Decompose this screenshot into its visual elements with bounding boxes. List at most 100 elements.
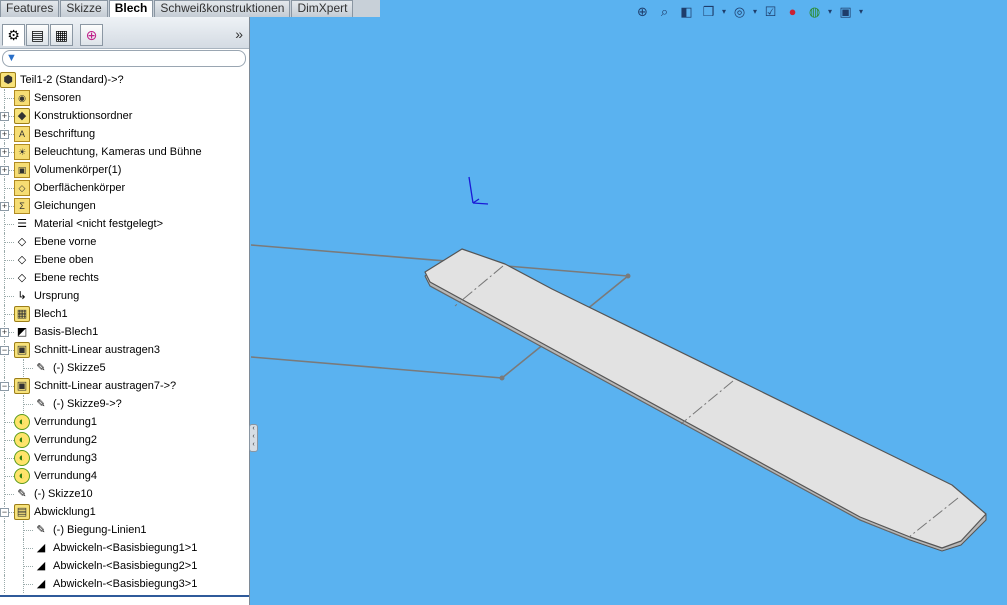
tree-item[interactable]: ◇ Ebene vorne <box>0 233 249 251</box>
unfold-icon: ◢ <box>36 542 46 554</box>
tree-item[interactable]: − ▣ Schnitt-Linear austragen3 <box>0 341 249 359</box>
tree-connector <box>4 395 5 413</box>
collapse-icon[interactable]: − <box>0 508 9 517</box>
tree-connector <box>4 98 14 99</box>
flat-pattern-icon: ▤ <box>14 504 30 520</box>
tree-item[interactable]: ◇ Oberflächenkörper <box>0 179 249 197</box>
tree-item[interactable]: ☰ Material <nicht festgelegt> <box>0 215 249 233</box>
tree-item[interactable]: + ▣ Volumenkörper(1) <box>0 161 249 179</box>
tree-item-label: Sensoren <box>34 92 82 104</box>
tree-item[interactable]: ▦ Blech1 <box>0 305 249 323</box>
tab-features[interactable]: Features <box>0 0 60 17</box>
tree-connector <box>4 476 14 477</box>
tree-item[interactable]: ◇ Ebene oben <box>0 251 249 269</box>
plane-icon: ◇ <box>17 254 27 266</box>
design-binder-icon: ◆ <box>14 108 30 124</box>
tree-item[interactable]: ⬢ Teil1-2 (Standard)->? <box>0 71 249 89</box>
tree-connector <box>23 521 24 539</box>
tree-item-label: Volumenkörper(1) <box>34 164 122 176</box>
sketch-point <box>499 375 505 381</box>
cut-extrude-icon: ▣ <box>14 342 30 358</box>
tree-connector <box>23 368 33 369</box>
expand-icon[interactable]: + <box>0 130 9 139</box>
tree-connector <box>4 359 5 377</box>
expand-icon[interactable]: + <box>0 148 9 157</box>
tree-item[interactable]: ✎ (-) Biegung-Linien1 <box>0 521 249 539</box>
tree-item[interactable]: + Σ Gleichungen <box>0 197 249 215</box>
configuration-manager-icon[interactable]: ▦ <box>50 24 73 46</box>
tree-item[interactable]: + ☀ Beleuchtung, Kameras und Bühne <box>0 143 249 161</box>
tree-connector <box>23 548 33 549</box>
tree-item[interactable]: ✎ (-) Skizze10 <box>0 485 249 503</box>
origin-icon: ↳ <box>17 290 27 302</box>
tree-item-label: Abwickeln-<Basisbiegung2>1 <box>53 560 198 572</box>
feature-manager-icon[interactable]: ⚙ <box>2 24 25 46</box>
tree-item[interactable]: ◉ Sensoren <box>0 89 249 107</box>
tree-item[interactable]: ◐ Verrundung4 <box>0 467 249 485</box>
tree-item-label: Material <nicht festgelegt> <box>34 218 164 230</box>
tree-connector <box>23 404 33 405</box>
tree-connector <box>23 359 24 377</box>
tree-item-label: Basis-Blech1 <box>34 326 99 338</box>
tree-connector <box>4 440 14 441</box>
tree-item[interactable]: ✎ (-) Skizze9->? <box>0 395 249 413</box>
tree-item-label: (-) Skizze10 <box>34 488 93 500</box>
tree-item[interactable]: − ▤ Abwicklung1 <box>0 503 249 521</box>
tree-item-label: Schnitt-Linear austragen3 <box>34 344 160 356</box>
collapse-icon[interactable]: − <box>0 382 9 391</box>
tree-item-label: Teil1-2 (Standard)->? <box>20 74 124 86</box>
tree-item-label: Verrundung1 <box>34 416 97 428</box>
tree-connector <box>4 296 14 297</box>
tree-item-label: Ursprung <box>34 290 80 302</box>
tree-connector <box>23 575 24 593</box>
tree-connector <box>4 521 5 539</box>
filter-icon: ▼ <box>6 52 17 64</box>
part-icon: ⬢ <box>0 72 16 88</box>
tree-item-label: Ebene vorne <box>34 236 97 248</box>
tab-skizze[interactable]: Skizze <box>60 0 108 17</box>
tree-item[interactable]: ◐ Verrundung3 <box>0 449 249 467</box>
bend-lines-icon: ✎ <box>36 524 46 536</box>
tree-item-label: Beleuchtung, Kameras und Bühne <box>34 146 202 158</box>
tree-item[interactable]: + A Beschriftung <box>0 125 249 143</box>
property-manager-icon[interactable]: ▤ <box>26 24 49 46</box>
part-model-svg <box>251 176 987 552</box>
tree-item[interactable]: + ◆ Konstruktionsordner <box>0 107 249 125</box>
dimxpert-manager-icon[interactable]: ⊕ <box>80 24 103 46</box>
tree-item-label: Oberflächenkörper <box>34 182 126 194</box>
expand-icon[interactable]: + <box>0 166 9 175</box>
solid-bodies-icon: ▣ <box>14 162 30 178</box>
sketch-icon: ✎ <box>36 362 46 374</box>
lights-icon: ☀ <box>14 144 30 160</box>
tree-item[interactable]: ◢ Abwickeln-<Basisbiegung1>1 <box>0 539 249 557</box>
tree-item[interactable]: ◐ Verrundung2 <box>0 431 249 449</box>
tree-connector <box>4 575 5 593</box>
tree-item-label: Konstruktionsordner <box>34 110 133 122</box>
sketch-point <box>625 273 631 279</box>
tree-item[interactable]: ◇ Ebene rechts <box>0 269 249 287</box>
tree-filter-input[interactable]: ▼ <box>2 50 246 67</box>
more-chevron-icon[interactable]: » <box>235 26 243 42</box>
tree-item-label: Abwicklung1 <box>34 506 96 518</box>
tree-item[interactable]: ◐ Verrundung1 <box>0 413 249 431</box>
tree-item[interactable]: ◢ Abwickeln-<Basisbiegung3>1 <box>0 575 249 593</box>
sketch-icon: ✎ <box>36 398 46 410</box>
tree-item[interactable]: ◢ Abwickeln-<Basisbiegung2>1 <box>0 557 249 575</box>
tree-item[interactable]: ↳ Ursprung <box>0 287 249 305</box>
tree-connector <box>23 539 24 557</box>
tree-connector <box>4 422 14 423</box>
feature-tree: ⬢ Teil1-2 (Standard)->? ◉ Sensoren + ◆ Konstru… <box>0 71 249 593</box>
tree-item-label: Blech1 <box>34 308 68 320</box>
tree-item-label: Ebene oben <box>34 254 94 266</box>
expand-icon[interactable]: + <box>0 328 9 337</box>
tree-connector <box>4 242 14 243</box>
expand-icon[interactable]: + <box>0 112 9 121</box>
tree-connector <box>23 557 24 575</box>
tree-item[interactable]: − ▣ Schnitt-Linear austragen7->? <box>0 377 249 395</box>
expand-icon[interactable]: + <box>0 202 9 211</box>
tree-item[interactable]: ✎ (-) Skizze5 <box>0 359 249 377</box>
collapse-icon[interactable]: − <box>0 346 9 355</box>
tree-item[interactable]: + ◩ Basis-Blech1 <box>0 323 249 341</box>
feature-manager-panel: ⚙ ▤ ▦ ⊕ » ▼ ⬢ Teil1-2 (Standard)->? ◉ Senso… <box>0 17 250 605</box>
tab-blech[interactable]: Blech <box>108 0 154 18</box>
